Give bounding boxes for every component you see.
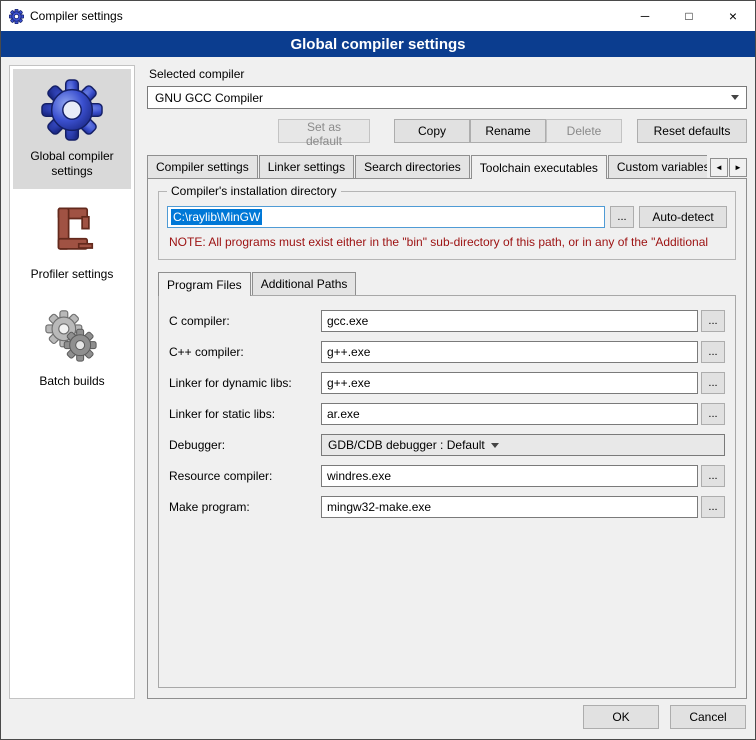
sidebar-item-profiler-settings[interactable]: Profiler settings [13, 195, 131, 292]
settings-category-sidebar: Global compiler settings Profiler settin… [9, 65, 135, 699]
tab-search-directories[interactable]: Search directories [355, 155, 470, 178]
set-as-default-button: Set as default [278, 119, 370, 143]
clamp-tool-icon [45, 205, 99, 259]
compiler-settings-window: Compiler settings ─ □ × Global compiler … [0, 0, 756, 740]
settings-tab-strip: Compiler settings Linker settings Search… [147, 155, 747, 179]
cpp-compiler-browse-button[interactable]: ... [701, 341, 725, 363]
installation-directory-row: C:\raylib\MinGW ... Auto-detect [167, 206, 727, 228]
toolchain-executables-page: Compiler's installation directory C:\ray… [147, 178, 747, 699]
sidebar-item-label: Profiler settings [31, 267, 114, 282]
subtab-additional-paths[interactable]: Additional Paths [252, 272, 357, 295]
resource-compiler-input[interactable] [321, 465, 698, 487]
sidebar-item-label: Global compiler settings [17, 149, 127, 179]
static-linker-browse-button[interactable]: ... [701, 403, 725, 425]
c-compiler-row: C compiler: ... [169, 310, 725, 332]
make-program-browse-button[interactable]: ... [701, 496, 725, 518]
tab-scroll-right-button[interactable]: ► [729, 158, 747, 177]
sidebar-item-label: Batch builds [39, 374, 104, 389]
dialog-footer: OK Cancel [1, 703, 755, 739]
dialog-body: Global compiler settings Profiler settin… [1, 57, 755, 703]
cancel-button[interactable]: Cancel [670, 705, 746, 729]
copy-button[interactable]: Copy [394, 119, 470, 143]
selected-compiler-dropdown[interactable]: GNU GCC Compiler [147, 86, 747, 109]
compiler-actions: Set as default Copy Rename Delete Reset … [147, 119, 747, 143]
cpp-compiler-input[interactable] [321, 341, 698, 363]
tab-scroll-arrows: ◄ ► [710, 158, 747, 177]
tab-compiler-settings[interactable]: Compiler settings [147, 155, 258, 178]
static-linker-input[interactable] [321, 403, 698, 425]
auto-detect-button[interactable]: Auto-detect [639, 206, 727, 228]
dynamic-linker-browse-button[interactable]: ... [701, 372, 725, 394]
gray-gears-icon [43, 308, 101, 366]
dynamic-linker-row: Linker for dynamic libs: ... [169, 372, 725, 394]
debugger-row: Debugger: GDB/CDB debugger : Default [169, 434, 725, 456]
close-button[interactable]: × [711, 1, 755, 31]
debugger-select[interactable]: GDB/CDB debugger : Default [321, 434, 725, 456]
tab-linker-settings[interactable]: Linker settings [259, 155, 354, 178]
debugger-value: GDB/CDB debugger : Default [328, 438, 485, 452]
delete-button: Delete [546, 119, 622, 143]
tabs-scroller: Compiler settings Linker settings Search… [147, 155, 707, 179]
chevron-down-icon [731, 95, 739, 100]
installation-directory-input[interactable]: C:\raylib\MinGW [167, 206, 605, 228]
sidebar-item-global-compiler-settings[interactable]: Global compiler settings [13, 69, 131, 189]
maximize-button[interactable]: □ [667, 1, 711, 31]
subtab-program-files[interactable]: Program Files [158, 272, 251, 296]
tab-scroll-left-button[interactable]: ◄ [710, 158, 728, 177]
ok-button[interactable]: OK [583, 705, 659, 729]
title-bar: Compiler settings ─ □ × [1, 1, 755, 31]
bin-subdirectory-note: NOTE: All programs must exist either in … [169, 235, 725, 249]
make-program-row: Make program: ... [169, 496, 725, 518]
cpp-compiler-row: C++ compiler: ... [169, 341, 725, 363]
installation-directory-browse-button[interactable]: ... [610, 206, 634, 228]
program-files-tab-strip: Program Files Additional Paths [158, 272, 736, 296]
installation-directory-group-title: Compiler's installation directory [167, 184, 341, 198]
dialog-banner: Global compiler settings [1, 31, 755, 57]
dynamic-linker-label: Linker for dynamic libs: [169, 376, 321, 390]
c-compiler-browse-button[interactable]: ... [701, 310, 725, 332]
cpp-compiler-label: C++ compiler: [169, 345, 321, 359]
static-linker-row: Linker for static libs: ... [169, 403, 725, 425]
tab-toolchain-executables[interactable]: Toolchain executables [471, 155, 607, 179]
resource-compiler-row: Resource compiler: ... [169, 465, 725, 487]
chevron-down-icon [491, 443, 499, 448]
c-compiler-label: C compiler: [169, 314, 321, 328]
window-controls: ─ □ × [623, 1, 755, 31]
main-panel: Selected compiler GNU GCC Compiler Set a… [147, 65, 747, 699]
sidebar-item-batch-builds[interactable]: Batch builds [13, 298, 131, 399]
window-title: Compiler settings [30, 9, 123, 23]
blue-gear-icon [41, 79, 103, 141]
dynamic-linker-input[interactable] [321, 372, 698, 394]
tab-custom-variables[interactable]: Custom variables [608, 155, 707, 178]
debugger-label: Debugger: [169, 438, 321, 452]
make-program-input[interactable] [321, 496, 698, 518]
minimize-button[interactable]: ─ [623, 1, 667, 31]
app-icon [9, 9, 24, 24]
installation-directory-value: C:\raylib\MinGW [171, 209, 262, 225]
static-linker-label: Linker for static libs: [169, 407, 321, 421]
rename-button[interactable]: Rename [470, 119, 546, 143]
make-program-label: Make program: [169, 500, 321, 514]
selected-compiler-value: GNU GCC Compiler [155, 91, 725, 105]
selected-compiler-label: Selected compiler [149, 67, 747, 81]
c-compiler-input[interactable] [321, 310, 698, 332]
program-files-panel: C compiler: ... C++ compiler: ... Linker… [158, 295, 736, 688]
installation-directory-group: Compiler's installation directory C:\ray… [158, 191, 736, 260]
resource-compiler-browse-button[interactable]: ... [701, 465, 725, 487]
resource-compiler-label: Resource compiler: [169, 469, 321, 483]
reset-defaults-button[interactable]: Reset defaults [637, 119, 747, 143]
